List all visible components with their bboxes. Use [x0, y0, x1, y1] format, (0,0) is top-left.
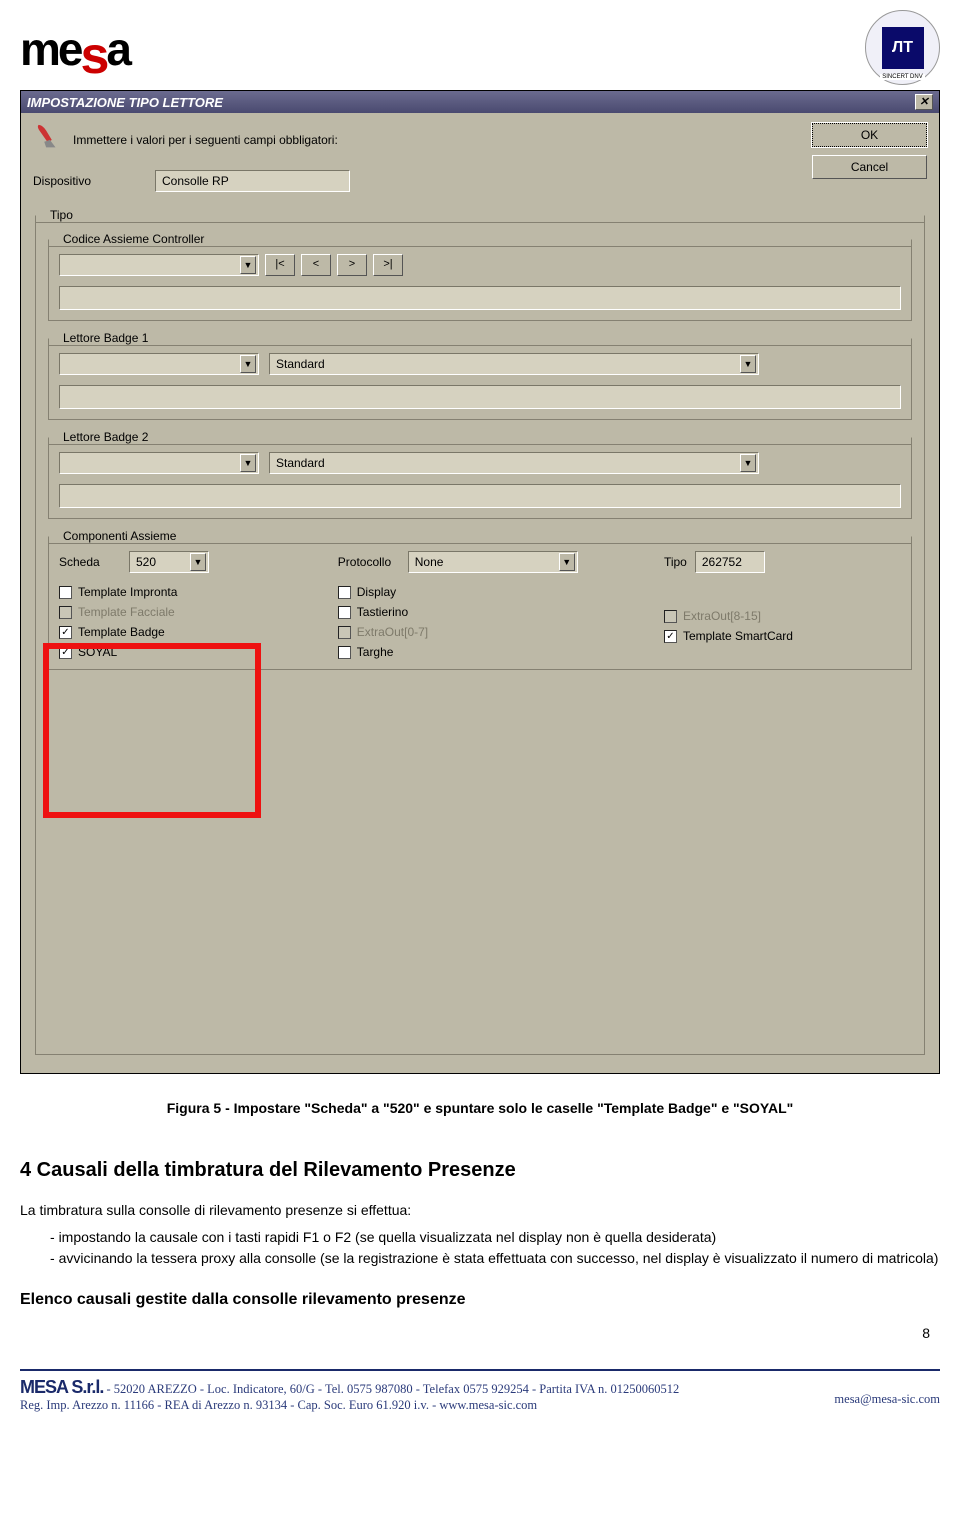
codice-dropdown[interactable]: ▼ — [59, 254, 259, 276]
nav-last-button[interactable]: >| — [373, 254, 403, 276]
protocollo-value: None — [415, 555, 444, 569]
codice-legend: Codice Assieme Controller — [59, 232, 208, 246]
close-button[interactable]: ✕ — [915, 94, 933, 110]
nav-next-button[interactable]: > — [337, 254, 367, 276]
scheda-value: 520 — [136, 555, 156, 569]
template-badge-checkbox[interactable]: ✓Template Badge — [59, 625, 320, 639]
footer-line2: Reg. Imp. Arezzo n. 11166 - REA di Arezz… — [20, 1398, 537, 1412]
subsection-title: Elenco causali gestite dalla consolle ri… — [20, 1291, 940, 1309]
tipo-group: Tipo Codice Assieme Controller ▼ |< < > … — [35, 208, 925, 1055]
dialog-window: IMPOSTAZIONE TIPO LETTORE ✕ Immettere i … — [20, 90, 940, 1074]
extraout815-checkbox: ExtraOut[8-15] — [664, 609, 901, 623]
chevron-down-icon: ▼ — [240, 355, 256, 373]
badge1-id-dropdown[interactable]: ▼ — [59, 353, 259, 375]
cancel-button[interactable]: Cancel — [812, 155, 927, 179]
bullet-item: avvicinando la tessera proxy alla consol… — [50, 1248, 940, 1269]
chevron-down-icon: ▼ — [740, 355, 756, 373]
template-facciale-checkbox: Template Facciale — [59, 605, 320, 619]
display-checkbox[interactable]: Display — [338, 585, 646, 599]
chevron-down-icon: ▼ — [190, 553, 206, 571]
cert-inner-icon: ЛТ — [882, 27, 924, 69]
footer-email: mesa@mesa-sic.com — [834, 1392, 940, 1406]
badge2-desc-field[interactable] — [59, 484, 901, 508]
badge2-type-value: Standard — [276, 456, 325, 470]
page-footer: MESA S.r.l. - 52020 AREZZO - Loc. Indica… — [20, 1369, 940, 1425]
template-impronta-checkbox[interactable]: Template Impronta — [59, 585, 320, 599]
device-field[interactable]: Consolle RP — [155, 170, 350, 192]
codice-group: Codice Assieme Controller ▼ |< < > >| — [48, 232, 912, 321]
badge1-desc-field[interactable] — [59, 385, 901, 409]
badge2-group: Lettore Badge 2 ▼ Standard ▼ — [48, 430, 912, 519]
badge1-legend: Lettore Badge 1 — [59, 331, 152, 345]
badge2-legend: Lettore Badge 2 — [59, 430, 152, 444]
page-header: mesa ЛТ SINCERT DNV — [0, 0, 960, 90]
certification-badge: ЛТ SINCERT DNV — [865, 10, 940, 85]
bullet-item: impostando la causale con i tasti rapidi… — [50, 1227, 940, 1248]
tastierino-checkbox[interactable]: Tastierino — [338, 605, 646, 619]
badge1-type-value: Standard — [276, 357, 325, 371]
device-label: Dispositivo — [33, 174, 143, 188]
footer-line1: - 52020 AREZZO - Loc. Indicatore, 60/G -… — [106, 1382, 679, 1396]
scheda-dropdown[interactable]: 520 ▼ — [129, 551, 209, 573]
nav-prev-button[interactable]: < — [301, 254, 331, 276]
codice-desc-field[interactable] — [59, 286, 901, 310]
targhe-checkbox[interactable]: Targhe — [338, 645, 646, 659]
page-number: 8 — [0, 1325, 930, 1341]
nav-first-button[interactable]: |< — [265, 254, 295, 276]
dialog-titlebar: IMPOSTAZIONE TIPO LETTORE ✕ — [21, 91, 939, 113]
section-title: 4 Causali della timbratura del Rilevamen… — [20, 1159, 940, 1182]
cert-label: SINCERT DNV — [880, 74, 924, 80]
dialog-title: IMPOSTAZIONE TIPO LETTORE — [27, 95, 223, 110]
componenti-legend: Componenti Assieme — [59, 529, 180, 543]
protocollo-label: Protocollo — [338, 555, 398, 569]
template-smartcard-checkbox[interactable]: ✓Template SmartCard — [664, 629, 901, 643]
chevron-down-icon: ▼ — [240, 454, 256, 472]
chevron-down-icon: ▼ — [240, 256, 256, 274]
section-intro: La timbratura sulla consolle di rilevame… — [20, 1200, 940, 1221]
soyal-checkbox[interactable]: ✓SOYAL — [59, 645, 320, 659]
hand-icon — [33, 123, 63, 156]
badge1-type-dropdown[interactable]: Standard ▼ — [269, 353, 759, 375]
mesa-logo: mesa — [20, 18, 129, 78]
badge2-type-dropdown[interactable]: Standard ▼ — [269, 452, 759, 474]
badge2-id-dropdown[interactable]: ▼ — [59, 452, 259, 474]
scheda-label: Scheda — [59, 555, 119, 569]
chevron-down-icon: ▼ — [559, 553, 575, 571]
componenti-group: Componenti Assieme Scheda 520 ▼ Template … — [48, 529, 912, 670]
tipo-label: Tipo — [664, 555, 687, 569]
tipo-value-field: 262752 — [695, 551, 765, 573]
intro-text: Immettere i valori per i seguenti campi … — [73, 133, 338, 147]
extraout07-checkbox: ExtraOut[0-7] — [338, 625, 646, 639]
footer-logo: MESA S.r.l. — [20, 1377, 103, 1397]
bullet-list: impostando la causale con i tasti rapidi… — [50, 1227, 940, 1269]
figure-caption: Figura 5 - Impostare "Scheda" a "520" e … — [20, 1098, 940, 1119]
protocollo-dropdown[interactable]: None ▼ — [408, 551, 578, 573]
tipo-legend: Tipo — [46, 208, 77, 222]
ok-button[interactable]: OK — [812, 123, 927, 147]
badge1-group: Lettore Badge 1 ▼ Standard ▼ — [48, 331, 912, 420]
chevron-down-icon: ▼ — [740, 454, 756, 472]
